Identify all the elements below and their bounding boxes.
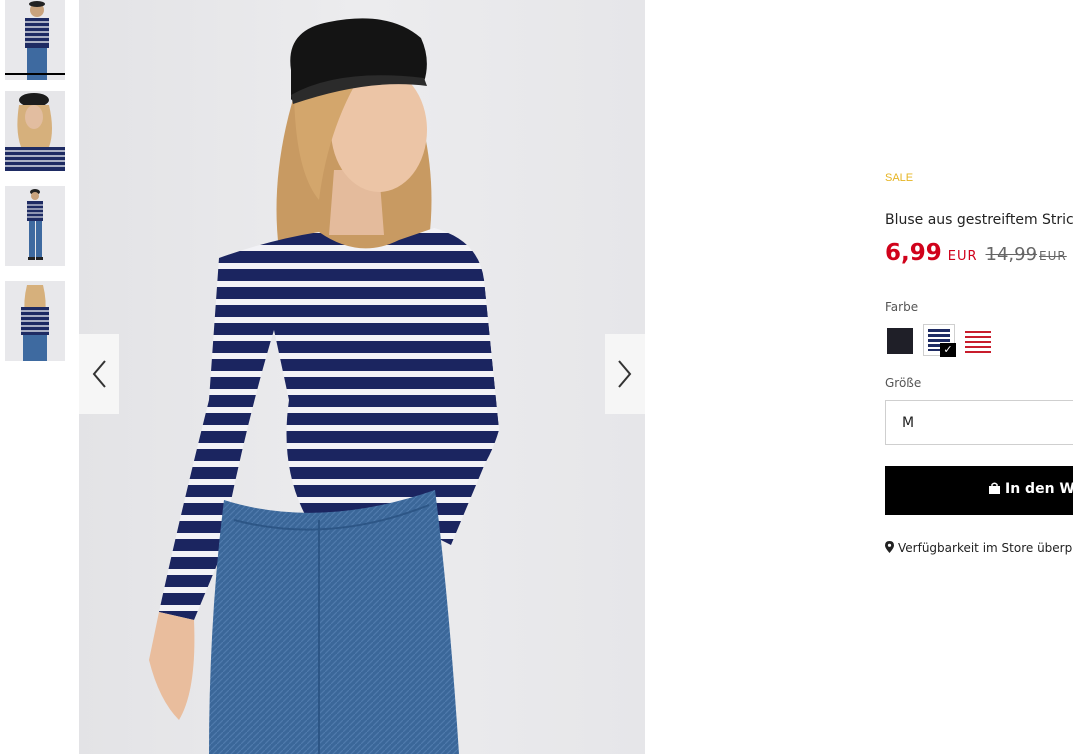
thumbnail-front[interactable] (5, 0, 65, 80)
old-price: 14,99 (985, 244, 1038, 265)
gallery-prev-button[interactable] (79, 334, 119, 414)
add-to-cart-label: In den W (1005, 481, 1073, 497)
color-label: Farbe (885, 300, 919, 314)
chevron-left-icon (92, 360, 106, 388)
current-price: 6,99 (885, 240, 942, 266)
thumbnail-full-body[interactable] (5, 186, 65, 266)
size-selected-value: M (902, 415, 915, 431)
main-product-image (79, 0, 645, 754)
store-availability-label: Verfügbarkeit im Store überp (898, 541, 1073, 555)
product-details: SALE Bluse aus gestreiftem Stric 6,99 EUR… (885, 0, 1073, 754)
color-swatch-black[interactable] (887, 328, 913, 354)
chevron-right-icon (618, 360, 632, 388)
color-swatch-navy-stripes[interactable]: ✓ (923, 324, 956, 357)
color-swatch-red-stripes[interactable] (965, 328, 991, 354)
size-select[interactable]: M (885, 400, 1073, 445)
checkmark-icon: ✓ (940, 343, 956, 357)
thumbnail-back[interactable] (5, 281, 65, 361)
add-to-cart-button[interactable]: In den W (885, 466, 1073, 515)
thumbnail-portrait[interactable] (5, 91, 65, 171)
shopping-bag-icon (989, 482, 1000, 494)
product-title: Bluse aus gestreiftem Stric (885, 212, 1073, 228)
add-to-cart-content: In den W (989, 481, 1073, 497)
map-pin-icon (885, 541, 894, 553)
store-availability-link[interactable]: Verfügbarkeit im Store überp (885, 541, 1072, 555)
size-label: Größe (885, 376, 922, 390)
sale-badge: SALE (885, 172, 914, 184)
gallery-next-button[interactable] (605, 334, 645, 414)
old-currency: EUR (1039, 249, 1067, 263)
price-row: 6,99 EUR 14,99 EUR (885, 240, 1067, 266)
current-currency: EUR (947, 249, 978, 264)
active-thumbnail-indicator (5, 73, 65, 75)
